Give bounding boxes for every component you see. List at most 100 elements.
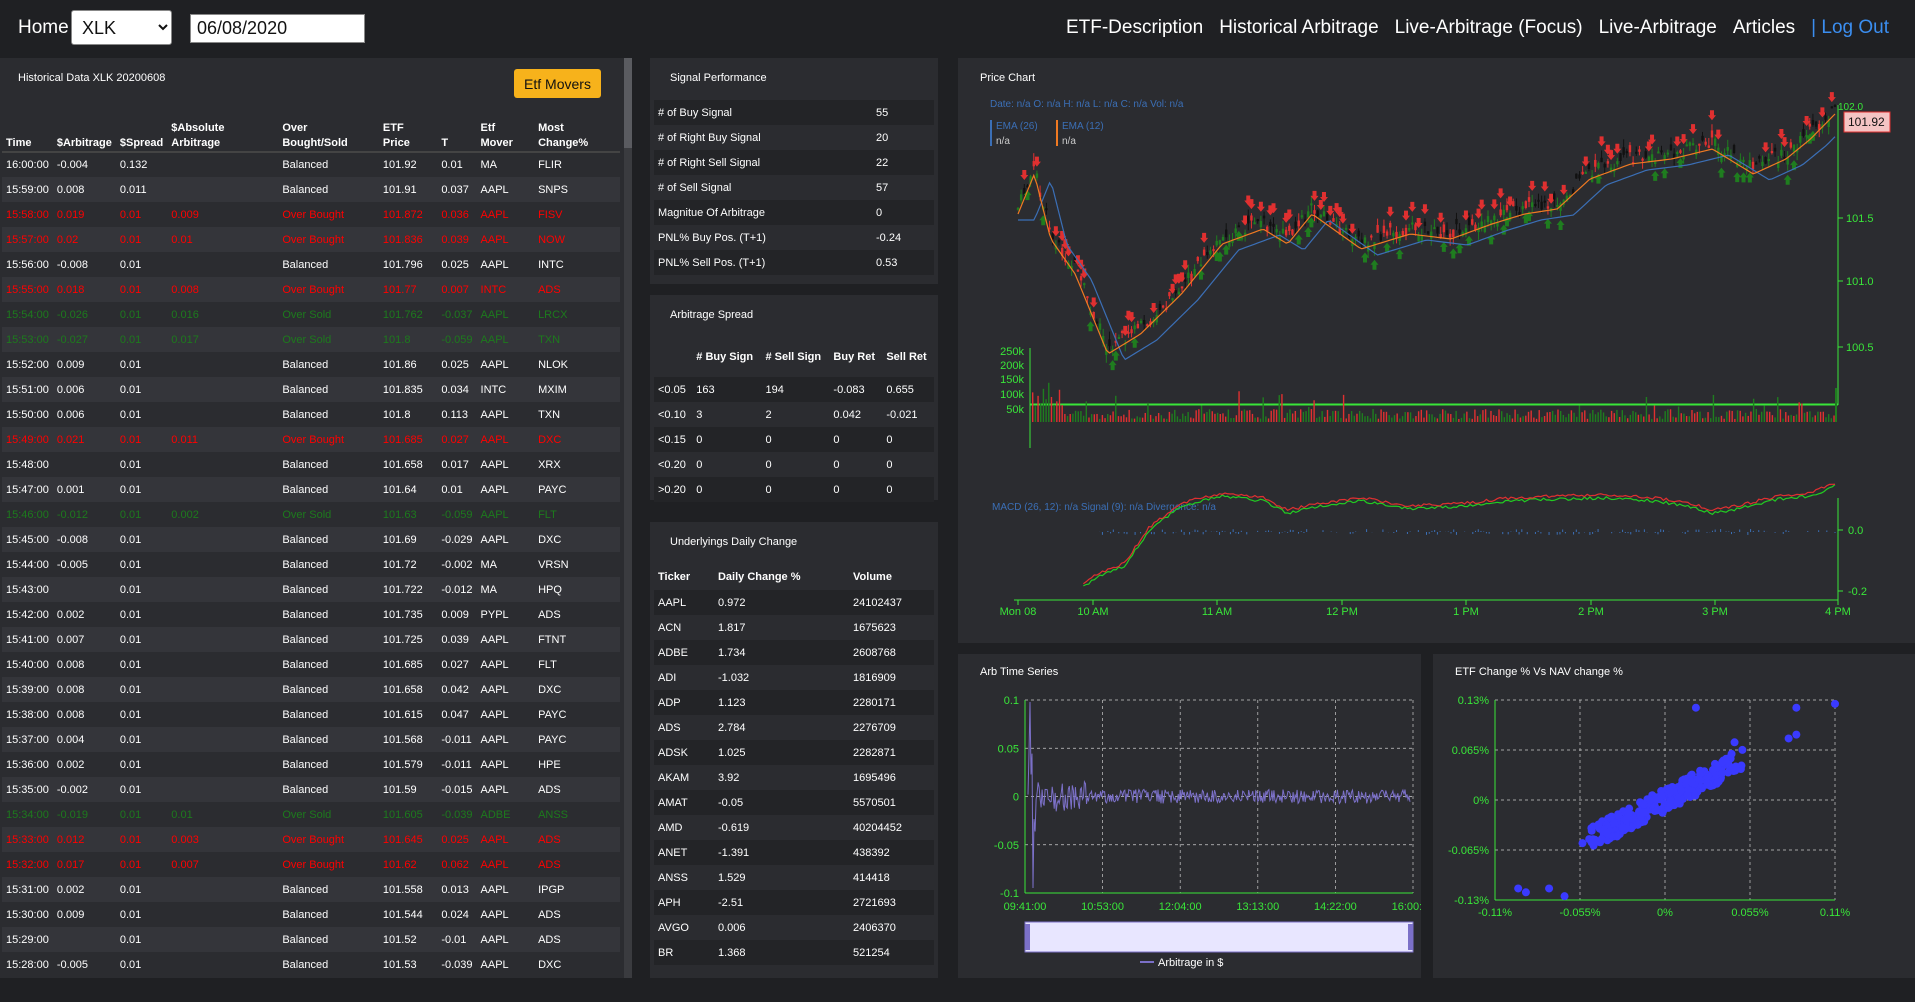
- underlyings-cell: 1.529: [717, 871, 746, 884]
- hist-row[interactable]: 15:43:00 0.01 Balanced 101.722 -0.012 MA HPQ: [2, 577, 620, 602]
- buy-arrow: [1717, 167, 1726, 178]
- signal-row: # of Sell Signal 57: [654, 175, 934, 200]
- hist-row[interactable]: 15:52:00 0.009 0.01 Balanced 101.86 0.025 AAPL…: [2, 352, 620, 377]
- hist-row[interactable]: 15:38:00 0.008 0.01 Balanced 101.615 0.047 AAP…: [2, 702, 620, 727]
- hist-row[interactable]: 15:29:00 0.01 Balanced 101.52 -0.01 AAPL ADS: [2, 927, 620, 952]
- hist-row[interactable]: 15:48:00 0.01 Balanced 101.658 0.017 AAPL XRX: [2, 452, 620, 477]
- underlyings-col-header[interactable]: Ticker: [654, 565, 714, 590]
- hist-cell: Balanced: [278, 927, 379, 952]
- hist-cell: 101.92: [382, 159, 417, 171]
- nav-live-arbitrage-focus[interactable]: Live-Arbitrage (Focus): [1395, 17, 1583, 39]
- volume-bar: [1822, 411, 1824, 422]
- hist-cell: PAYC: [534, 477, 620, 502]
- hist-cell: 0.01: [115, 577, 168, 602]
- buy-arrow: [1543, 218, 1552, 229]
- scatter-point: [1713, 778, 1722, 787]
- nav-articles[interactable]: Articles: [1733, 17, 1795, 39]
- hist-row[interactable]: 15:33:00 0.012 0.01 0.003 Over Bought 101.645…: [2, 827, 620, 852]
- hist-cell: AAPL: [476, 527, 535, 552]
- hist-col-header[interactable]: $Arbitrage: [52, 118, 116, 153]
- underlyings-col-header[interactable]: Daily Change %: [714, 565, 849, 590]
- hist-row[interactable]: 15:36:00 0.002 0.01 Balanced 101.579 -0.011 AA…: [2, 752, 620, 777]
- hist-row[interactable]: 15:57:00 0.02 0.01 0.01 Over Bought 101.836 0.…: [2, 227, 620, 252]
- signal-value: 0.53: [872, 250, 934, 275]
- volume-bar: [1589, 413, 1591, 422]
- candle-body: [1344, 227, 1348, 230]
- hist-cell: TXN: [534, 327, 620, 352]
- etf-movers-button[interactable]: Etf Movers: [514, 69, 601, 98]
- hist-row[interactable]: 15:44:00 -0.005 0.01 Balanced 101.72 -0.002 MA…: [2, 552, 620, 577]
- hist-row[interactable]: 15:50:00 0.006 0.01 Balanced 101.8 0.113 AAPL T…: [2, 402, 620, 427]
- home-link[interactable]: Home: [18, 17, 69, 39]
- underlyings-col-header[interactable]: Volume: [849, 565, 934, 590]
- hist-row[interactable]: 15:31:00 0.002 0.01 Balanced 101.558 0.013 AAP…: [2, 877, 620, 902]
- hist-col-header[interactable]: Etf Mover: [476, 118, 535, 153]
- nav-etf-description[interactable]: ETF-Description: [1066, 17, 1203, 39]
- hist-cell: 101.796: [382, 258, 423, 271]
- sell-arrow: [1436, 212, 1445, 223]
- hist-row[interactable]: 15:34:00 -0.019 0.01 0.01 Over Sold 101.605 -0…: [2, 802, 620, 827]
- hist-row[interactable]: 15:32:00 0.017 0.01 0.007 Over Bought 101.62 0…: [2, 852, 620, 877]
- hist-cell: [52, 927, 116, 952]
- hist-cell: -0.008: [52, 527, 116, 552]
- hist-row[interactable]: 15:55:00 0.018 0.01 0.008 Over Bought 101.77 0…: [2, 277, 620, 302]
- hist-row[interactable]: 15:28:00 -0.005 0.01 Balanced 101.53 -0.039 AA…: [2, 952, 620, 977]
- underlyings-cell: -0.05: [713, 790, 850, 815]
- hist-col-header[interactable]: Most Change%: [534, 118, 620, 153]
- hist-row[interactable]: 15:46:00 -0.012 0.01 0.002 Over Sold 101.63 -0…: [2, 502, 620, 527]
- hist-row[interactable]: 15:54:00 -0.026 0.01 0.016 Over Sold 101.762 -…: [2, 302, 620, 327]
- hist-col-header[interactable]: $Absolute Arbitrage: [167, 118, 279, 153]
- nav-historical-arbitrage[interactable]: Historical Arbitrage: [1219, 17, 1378, 39]
- hist-row[interactable]: 15:59:00 0.008 0.011 Balanced 101.91 0.037 AAP…: [2, 177, 620, 202]
- hist-row[interactable]: 15:51:00 0.006 0.01 Balanced 101.835 0.034 INT…: [2, 377, 620, 402]
- hist-row[interactable]: 15:47:00 0.001 0.01 Balanced 101.64 0.01 AAPL P…: [2, 477, 620, 502]
- hist-row[interactable]: 15:39:00 0.008 0.01 Balanced 101.658 0.042 AAP…: [2, 677, 620, 702]
- candle-body: [1527, 197, 1531, 202]
- volume-bar: [1101, 415, 1104, 422]
- ticker-select[interactable]: XLK: [71, 10, 172, 45]
- price-chart-svg[interactable]: Date: n/a O: n/a H: n/a L: n/a C: n/a Vo…: [958, 58, 1915, 643]
- sell-arrow: [1540, 181, 1549, 192]
- historical-scrollbar[interactable]: [624, 58, 632, 978]
- logout-link[interactable]: | Log Out: [1811, 17, 1889, 39]
- range-selector[interactable]: [1024, 921, 1414, 953]
- historical-scroll-thumb[interactable]: [624, 58, 632, 148]
- volume-bar: [1273, 409, 1275, 422]
- hist-cell: INTC: [476, 277, 535, 302]
- hist-row[interactable]: 16:00:00 -0.004 0.132 Balanced 101.92 0.01 MA F…: [2, 152, 620, 177]
- underlyings-cell: AVGO: [658, 921, 689, 934]
- hist-col-header[interactable]: ETF Price: [378, 118, 438, 153]
- hist-row[interactable]: 15:58:00 0.019 0.01 0.009 Over Bought 101.872…: [2, 202, 620, 227]
- hist-cell: Balanced: [278, 477, 379, 502]
- hist-row[interactable]: 15:30:00 0.009 0.01 Balanced 101.544 0.024 AAP…: [2, 902, 620, 927]
- historical-title: Historical Data XLK 20200608: [18, 72, 166, 84]
- etf-vs-nav-scatter[interactable]: 0.13% 0.065% 0% -0.065% -0.13% -0.11% -0.055%…: [1433, 654, 1915, 978]
- hist-row[interactable]: 15:56:00 -0.008 0.01 Balanced 101.796 0.025 AA…: [2, 252, 620, 277]
- underlyings-table: Ticker Daily Change % Volume AAPL 0.972 2410…: [654, 565, 934, 965]
- hist-row[interactable]: 15:41:00 0.007 0.01 Balanced 101.725 0.039 AAP…: [2, 627, 620, 652]
- arb-time-series-chart[interactable]: 0.1 0.05 0 -0.05 -0.1 09:41:00 10:53:00 12:04:…: [958, 654, 1421, 978]
- hist-row[interactable]: 15:37:00 0.004 0.01 Balanced 101.568 -0.011 AA…: [2, 727, 620, 752]
- hist-col-header[interactable]: $Spread: [115, 118, 168, 153]
- date-input[interactable]: [190, 14, 365, 43]
- hist-row[interactable]: 15:35:00 -0.002 0.01 Balanced 101.59 -0.015 AA…: [2, 777, 620, 802]
- navbar: Home XLK ETF-Description Historical Arbi…: [0, 0, 1915, 57]
- volume-bar: [1755, 409, 1757, 422]
- signal-table: # of Buy Signal 55 # of Right Buy Signal 20…: [654, 100, 934, 275]
- hist-row[interactable]: 15:45:00 -0.008 0.01 Balanced 101.69 -0.029 AA…: [2, 527, 620, 552]
- hist-row[interactable]: 15:49:00 0.021 0.01 0.011 Over Bought 101.685…: [2, 427, 620, 452]
- range-handle-left[interactable]: [1025, 924, 1030, 950]
- nav-live-arbitrage[interactable]: Live-Arbitrage: [1599, 17, 1717, 39]
- candle-body: [1512, 201, 1515, 207]
- volume-bar: [1610, 410, 1613, 422]
- hist-col-header[interactable]: Over Bought/Sold: [278, 118, 379, 153]
- range-handle-right[interactable]: [1408, 924, 1413, 950]
- hist-col-header[interactable]: T: [437, 118, 477, 153]
- hist-row[interactable]: 15:53:00 -0.027 0.01 0.017 Over Sold 101.8 -0.…: [2, 327, 620, 352]
- hist-row[interactable]: 15:40:00 0.008 0.01 Balanced 101.685 0.027 AAP…: [2, 652, 620, 677]
- candle-body: [1142, 320, 1146, 325]
- volume-bar: [1409, 412, 1412, 422]
- hist-col-header[interactable]: Time: [2, 118, 53, 153]
- hist-row[interactable]: 15:42:00 0.002 0.01 Balanced 101.735 0.009 PYP…: [2, 602, 620, 627]
- volume-bar: [1490, 410, 1492, 422]
